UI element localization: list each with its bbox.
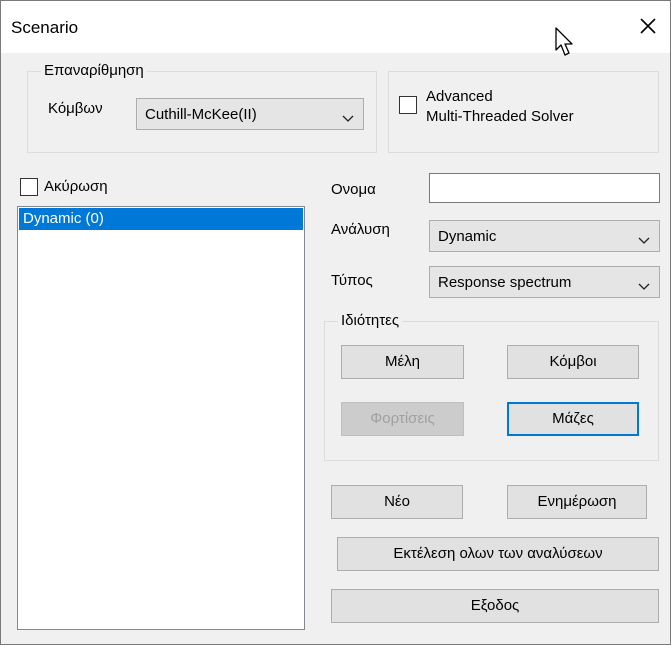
properties-group-label: Ιδιότητες xyxy=(338,312,403,329)
renumbering-method-value: Cuthill-McKee(II) xyxy=(145,106,257,123)
name-label: Ονομα xyxy=(331,181,376,198)
close-icon[interactable] xyxy=(633,11,663,41)
analysis-label: Ανάλυση xyxy=(331,221,390,238)
loads-button[interactable]: Φορτίσεις xyxy=(341,402,464,436)
analysis-value: Dynamic xyxy=(438,228,497,245)
cancel-label[interactable]: Ακύρωση xyxy=(44,178,108,195)
type-label: Τύπος xyxy=(331,272,373,289)
cancel-checkbox[interactable] xyxy=(20,178,38,196)
window-title: Scenario xyxy=(11,18,79,37)
type-select[interactable]: Response spectrum xyxy=(429,266,660,298)
analysis-select[interactable]: Dynamic xyxy=(429,220,660,252)
run-all-analyses-button[interactable]: Εκτέλεση ολων των αναλύσεων xyxy=(337,537,659,571)
renumbering-group-label: Επαναρίθμηση xyxy=(41,62,147,79)
new-button[interactable]: Νέο xyxy=(331,485,463,519)
chevron-down-icon xyxy=(342,110,354,127)
advanced-solver-label-line2: Multi-Threaded Solver xyxy=(426,108,574,125)
members-button[interactable]: Μέλη xyxy=(341,345,464,379)
type-value: Response spectrum xyxy=(438,274,572,291)
nodes-button[interactable]: Κόμβοι xyxy=(507,345,639,379)
exit-button[interactable]: Εξοδος xyxy=(331,589,659,623)
update-button[interactable]: Ενημέρωση xyxy=(507,485,647,519)
list-item[interactable]: Dynamic (0) xyxy=(19,208,303,230)
name-input[interactable] xyxy=(429,173,660,203)
advanced-solver-label[interactable]: Advanced Multi-Threaded Solver xyxy=(426,87,574,127)
renumbering-method-select[interactable]: Cuthill-McKee(II) xyxy=(136,98,364,130)
properties-group xyxy=(324,321,659,461)
scenario-dialog: Scenario Επαναρίθμηση Κόμβων Cuthill-McK… xyxy=(0,0,671,645)
masses-button[interactable]: Μάζες xyxy=(507,402,639,436)
advanced-solver-checkbox[interactable] xyxy=(399,96,417,114)
advanced-solver-label-line1: Advanced xyxy=(426,88,493,105)
list-item-label: Dynamic (0) xyxy=(23,210,104,227)
chevron-down-icon xyxy=(638,278,650,295)
chevron-down-icon xyxy=(638,232,650,249)
mouse-pointer-icon xyxy=(554,26,578,62)
nodes-label: Κόμβων xyxy=(48,100,103,117)
scenario-list[interactable]: Dynamic (0) xyxy=(17,206,305,630)
